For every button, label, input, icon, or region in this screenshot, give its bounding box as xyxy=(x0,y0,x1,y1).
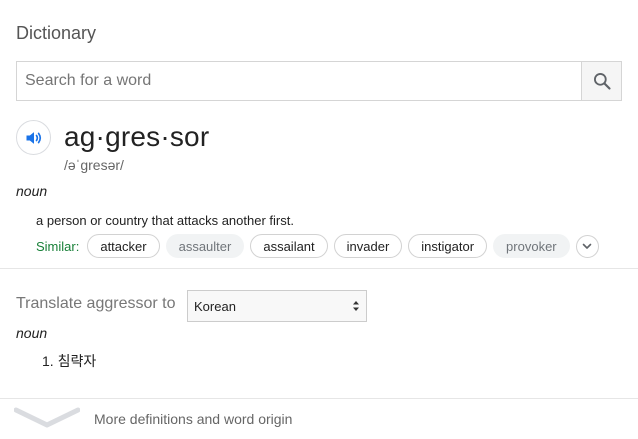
select-arrows-icon xyxy=(353,301,359,311)
language-select-value: Korean xyxy=(194,298,236,314)
similar-words-row: Similar: attacker assaulter assailant in… xyxy=(36,234,599,258)
search-input[interactable] xyxy=(17,62,581,100)
more-definitions-link[interactable]: More definitions and word origin xyxy=(94,411,292,427)
definition: a person or country that attacks another… xyxy=(36,213,294,228)
search-box xyxy=(16,61,622,101)
headword: ag·gres·sor xyxy=(64,121,210,152)
similar-label: Similar: xyxy=(36,238,80,254)
similar-chip[interactable]: provoker xyxy=(493,234,570,258)
similar-chip[interactable]: attacker xyxy=(87,234,160,258)
more-chevron-icon[interactable] xyxy=(14,405,80,431)
search-button[interactable] xyxy=(581,62,621,100)
speaker-icon xyxy=(26,131,41,144)
translation-item: 1. 침략자 xyxy=(42,351,96,371)
translation-text: 침략자 xyxy=(57,353,97,369)
similar-chip[interactable]: instigator xyxy=(408,234,488,258)
pronounce-button[interactable] xyxy=(16,120,51,155)
chevron-down-icon xyxy=(582,243,592,249)
similar-chip[interactable]: assaulter xyxy=(165,234,245,258)
similar-chip[interactable]: invader xyxy=(333,234,403,258)
expand-similar-button[interactable] xyxy=(575,234,599,258)
language-select[interactable]: Korean xyxy=(187,290,367,322)
search-icon xyxy=(593,73,611,90)
translate-label: Translate aggressor to xyxy=(16,295,176,312)
part-of-speech: noun xyxy=(16,183,48,199)
similar-chip[interactable]: assailant xyxy=(250,234,328,258)
footer-divider xyxy=(0,398,638,399)
translation-part-of-speech: noun xyxy=(16,325,48,341)
dictionary-card: Dictionary ag·gres·sor /əˈɡresər/ noun a… xyxy=(0,0,638,439)
card-title: Dictionary xyxy=(16,23,97,43)
phonetic: /əˈɡresər/ xyxy=(64,157,124,173)
section-divider xyxy=(0,268,638,269)
translation-number: 1. xyxy=(42,353,54,369)
